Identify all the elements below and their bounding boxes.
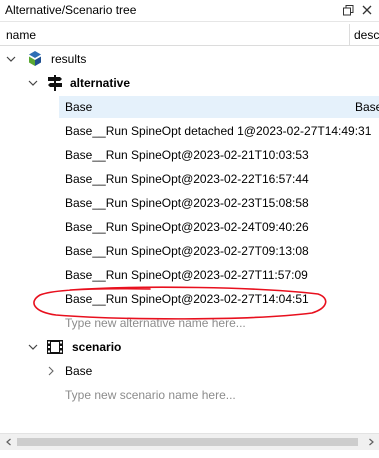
- selection-highlight: [59, 96, 379, 118]
- tree-header: name desc: [0, 24, 379, 46]
- scenario-name[interactable]: Base: [65, 364, 92, 378]
- alternative-item[interactable]: Base__Run SpineOpt@2023-02-27T11:57:09: [0, 263, 379, 287]
- alternative-name[interactable]: Base__Run SpineOpt detached 1@2023-02-27…: [65, 124, 371, 138]
- new-scenario-row[interactable]: Type new scenario name here...: [0, 383, 379, 407]
- dock-title: Alternative/Scenario tree: [5, 3, 137, 17]
- alternative-item[interactable]: Base__Run SpineOpt@2023-02-23T15:08:58: [0, 191, 379, 215]
- alternative-description[interactable]: Base: [355, 100, 379, 114]
- alternative-name[interactable]: Base__Run SpineOpt@2023-02-27T14:04:51: [65, 292, 309, 306]
- alternative-name[interactable]: Base__Run SpineOpt@2023-02-27T09:13:08: [65, 244, 309, 258]
- alternative-name[interactable]: Base__Run SpineOpt@2023-02-22T16:57:44: [65, 172, 309, 186]
- scroll-right-icon[interactable]: [362, 434, 379, 450]
- chevron-down-icon[interactable]: [5, 53, 17, 65]
- tree-root-label: results: [51, 52, 87, 66]
- close-icon[interactable]: [359, 2, 375, 18]
- alternative-group-row[interactable]: alternative: [0, 71, 379, 95]
- tree-root-row[interactable]: results: [0, 47, 379, 71]
- alternative-item[interactable]: Base__Run SpineOpt@2023-02-21T10:03:53: [0, 143, 379, 167]
- alternative-name[interactable]: Base__Run SpineOpt@2023-02-23T15:08:58: [65, 196, 309, 210]
- alternative-name[interactable]: Base__Run SpineOpt@2023-02-24T09:40:26: [65, 220, 309, 234]
- description-column-header[interactable]: desc: [354, 28, 379, 42]
- alternative-item[interactable]: Base__Run SpineOpt@2023-02-27T14:04:51: [0, 287, 379, 311]
- alternative-item[interactable]: Base__Run SpineOpt detached 1@2023-02-27…: [0, 119, 379, 143]
- chevron-down-icon[interactable]: [27, 77, 39, 89]
- new-alternative-placeholder[interactable]: Type new alternative name here...: [65, 316, 246, 330]
- alternative-item[interactable]: Base__Run SpineOpt@2023-02-27T09:13:08: [0, 239, 379, 263]
- alternative-name[interactable]: Base__Run SpineOpt@2023-02-27T11:57:09: [65, 268, 308, 282]
- alternative-item[interactable]: Base__Run SpineOpt@2023-02-24T09:40:26: [0, 215, 379, 239]
- alternative-name[interactable]: Base__Run SpineOpt@2023-02-21T10:03:53: [65, 148, 309, 162]
- horizontal-scrollbar[interactable]: [0, 433, 379, 450]
- alternative-name[interactable]: Base: [65, 100, 92, 114]
- new-scenario-placeholder[interactable]: Type new scenario name here...: [65, 388, 236, 402]
- chevron-down-icon[interactable]: [27, 341, 39, 353]
- alternative-scenario-tree[interactable]: results alternative Base Base Base__Run …: [0, 47, 379, 430]
- dock-title-bar: Alternative/Scenario tree: [0, 0, 379, 22]
- new-alternative-row[interactable]: Type new alternative name here...: [0, 311, 379, 335]
- float-window-icon[interactable]: [340, 2, 356, 18]
- scenario-item[interactable]: Base: [0, 359, 379, 383]
- alternative-item[interactable]: Base Base: [0, 95, 379, 119]
- scroll-left-icon[interactable]: [0, 434, 17, 450]
- name-column-header[interactable]: name: [6, 28, 36, 42]
- scenario-group-label: scenario: [72, 340, 122, 354]
- scrollbar-thumb[interactable]: [17, 438, 358, 446]
- spine-database-icon: [26, 50, 44, 68]
- film-icon: [46, 338, 64, 356]
- column-divider[interactable]: [349, 24, 350, 46]
- alternative-group-label: alternative: [70, 76, 131, 90]
- signpost-icon: [46, 74, 64, 92]
- scenario-group-row[interactable]: scenario: [0, 335, 379, 359]
- chevron-right-icon[interactable]: [45, 365, 57, 377]
- alternative-item[interactable]: Base__Run SpineOpt@2023-02-22T16:57:44: [0, 167, 379, 191]
